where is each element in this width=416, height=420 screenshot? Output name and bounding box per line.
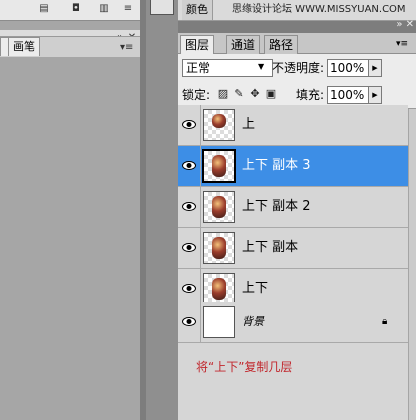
layer-row[interactable]: 上下 副本 2	[178, 187, 408, 228]
trash-icon[interactable]: ▥	[98, 3, 110, 15]
layer-thumbnail	[203, 109, 235, 141]
panel-options-icon[interactable]: ≡	[122, 3, 134, 15]
layer-row[interactable]: 上下 副本	[178, 228, 408, 269]
tab-paths[interactable]: 路径	[264, 35, 299, 54]
layers-scrollbar[interactable]	[408, 109, 416, 420]
layer-thumbnail	[203, 232, 235, 264]
canvas-background	[0, 0, 146, 420]
panel-separator: » ✕	[178, 19, 416, 33]
fill-field[interactable]: 100%	[327, 86, 369, 104]
watermark: 思缘设计论坛 WWW.MISSYUAN.COM	[232, 4, 406, 15]
opacity-stepper[interactable]: ▶	[368, 59, 382, 77]
visibility-toggle[interactable]	[178, 228, 201, 268]
tab-layers[interactable]: 图层	[180, 35, 215, 54]
eye-icon	[182, 161, 196, 170]
lock-position-icon[interactable]: ✥	[248, 87, 262, 101]
chevron-down-icon[interactable]: ▼	[258, 62, 264, 71]
eye-icon	[182, 317, 196, 326]
opacity-label: 不透明度:	[272, 61, 325, 75]
fill-label: 填充:	[296, 88, 325, 102]
panel-menu-icon[interactable]: ▤	[38, 3, 50, 15]
lock-transparency-icon[interactable]: ▨	[216, 87, 230, 101]
dock-strip	[146, 0, 178, 420]
layer-thumbnail	[203, 306, 235, 338]
instruction-note: 将“上下”复制几层	[196, 360, 293, 374]
left-panel-toolbar: ▤ ◘ ▥ ≡	[0, 0, 140, 21]
layer-thumbnail	[202, 149, 236, 183]
fill-stepper[interactable]: ▶	[368, 86, 382, 104]
layer-name: 上下 副本	[242, 240, 299, 255]
panel-menu-icon[interactable]: ▾≡	[120, 42, 133, 54]
lock-icon: 🔒︎	[382, 316, 388, 327]
layer-name: 背景	[242, 315, 264, 328]
eye-icon	[182, 120, 196, 129]
lock-label: 锁定:	[182, 88, 211, 102]
eye-icon	[182, 284, 196, 293]
visibility-toggle[interactable]	[178, 146, 201, 186]
camera-icon[interactable]: ◘	[70, 3, 82, 15]
layer-thumbnail	[203, 191, 235, 223]
layer-row[interactable]: 上	[178, 105, 408, 146]
panel-menu-icon[interactable]: ▾≡	[396, 38, 410, 50]
opacity-field[interactable]: 100%	[327, 59, 369, 77]
layer-row-selected[interactable]: 上下 副本 3	[178, 146, 408, 187]
eye-icon	[182, 243, 196, 252]
layer-name: 上下 副本 2	[242, 199, 311, 214]
collapse-icon[interactable]: » ✕	[396, 19, 414, 30]
layer-thumbnail	[203, 273, 235, 305]
tab-brush[interactable]: 画笔	[8, 37, 40, 56]
visibility-toggle[interactable]	[178, 105, 201, 145]
tab-color[interactable]: 颜色	[182, 0, 213, 20]
layer-row-background[interactable]: 背景 🔒︎	[178, 302, 408, 343]
eye-icon	[182, 202, 196, 211]
dock-button[interactable]	[150, 0, 174, 15]
visibility-toggle[interactable]	[178, 187, 201, 227]
layer-name: 上下 副本 3	[242, 158, 311, 173]
visibility-toggle[interactable]	[178, 302, 201, 342]
lock-all-icon[interactable]: ▣	[264, 87, 278, 101]
layer-name: 上	[242, 117, 256, 132]
tab-channels[interactable]: 通道	[226, 35, 261, 54]
lock-pixels-icon[interactable]: ✎	[232, 87, 246, 101]
